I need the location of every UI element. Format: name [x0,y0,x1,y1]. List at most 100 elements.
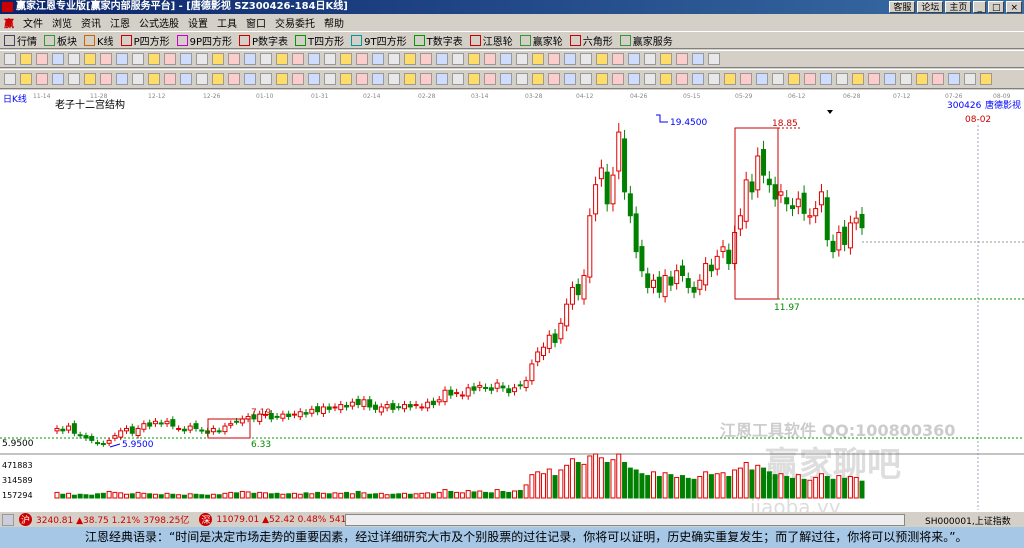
tool-button-icon[interactable] [340,53,352,65]
tool-button-icon[interactable] [948,73,960,85]
tool-button-icon[interactable] [516,73,528,85]
tool-button-icon[interactable] [404,73,416,85]
tool-button-icon[interactable] [20,53,32,65]
tool-button-icon[interactable] [52,53,64,65]
toolbar-10[interactable]: 赢家轮 [519,33,563,48]
tool-button-icon[interactable] [228,53,240,65]
toolbar-7[interactable]: 9T四方形 [351,33,407,48]
tool-button-icon[interactable] [36,73,48,85]
menu-gann[interactable]: 江恩 [110,15,130,30]
toolbar-5[interactable]: P数字表 [239,33,288,48]
tool-button-icon[interactable] [52,73,64,85]
tool-button-icon[interactable] [612,73,624,85]
tool-button-icon[interactable] [196,53,208,65]
tool-button-icon[interactable] [564,73,576,85]
tool-button-icon[interactable] [740,73,752,85]
calculator-icon[interactable] [2,513,14,526]
toolbar-1[interactable]: 板块 [44,33,77,48]
toolbar-4[interactable]: 9P四方形 [176,33,232,48]
tool-button-icon[interactable] [420,73,432,85]
tool-button-icon[interactable] [884,73,896,85]
tool-button-icon[interactable] [468,53,480,65]
tool-button-icon[interactable] [372,53,384,65]
menu-window[interactable]: 窗口 [246,15,266,30]
tool-button-icon[interactable] [388,73,400,85]
tool-button-icon[interactable] [580,73,592,85]
index-selector[interactable]: SH000001,上证指数 [925,514,1011,527]
tool-button-icon[interactable] [900,73,912,85]
tool-button-icon[interactable] [452,53,464,65]
tool-button-icon[interactable] [244,53,256,65]
tool-button-icon[interactable] [180,73,192,85]
tool-button-icon[interactable] [596,53,608,65]
tool-button-icon[interactable] [196,73,208,85]
tool-button-icon[interactable] [500,53,512,65]
tool-button-icon[interactable] [340,73,352,85]
tool-button-icon[interactable] [852,73,864,85]
tool-button-icon[interactable] [980,73,992,85]
tool-button-icon[interactable] [820,73,832,85]
menu-browse[interactable]: 浏览 [52,15,72,30]
tool-button-icon[interactable] [484,73,496,85]
tool-button-icon[interactable] [132,73,144,85]
tool-button-icon[interactable] [212,53,224,65]
tool-button-icon[interactable] [324,53,336,65]
tool-button-icon[interactable] [756,73,768,85]
close-button[interactable]: × [1006,1,1022,13]
tool-button-icon[interactable] [660,53,672,65]
tool-button-icon[interactable] [148,53,160,65]
toolbar-2[interactable]: K线 [84,33,114,48]
tool-button-icon[interactable] [308,53,320,65]
tool-button-icon[interactable] [244,73,256,85]
toolbar-11[interactable]: 六角形 [569,33,613,48]
kline-chart[interactable]: 11-14 11-28 12-12 12-26 01-10 01-31 02-14 02-28… [0,90,1024,519]
tool-button-icon[interactable] [180,53,192,65]
tool-button-icon[interactable] [324,73,336,85]
menu-help[interactable]: 帮助 [324,15,344,30]
tool-button-icon[interactable] [116,73,128,85]
tool-button-icon[interactable] [548,53,560,65]
toolbar-3[interactable]: P四方形 [120,33,170,48]
tool-button-icon[interactable] [484,53,496,65]
menu-file[interactable]: 文件 [23,15,43,30]
tool-button-icon[interactable] [964,73,976,85]
tool-button-icon[interactable] [148,73,160,85]
tool-button-icon[interactable] [308,73,320,85]
tool-button-icon[interactable] [404,53,416,65]
tool-button-icon[interactable] [84,73,96,85]
tool-button-icon[interactable] [596,73,608,85]
support-button[interactable]: 客服 [889,1,916,13]
tool-button-icon[interactable] [836,73,848,85]
tool-button-icon[interactable] [292,53,304,65]
tool-button-icon[interactable] [660,73,672,85]
tool-button-icon[interactable] [548,73,560,85]
tool-button-icon[interactable] [100,73,112,85]
horizontal-scrollbar[interactable] [345,514,905,526]
tool-button-icon[interactable] [580,53,592,65]
tool-button-icon[interactable] [628,73,640,85]
tool-button-icon[interactable] [532,73,544,85]
tool-button-icon[interactable] [724,73,736,85]
tool-button-icon[interactable] [388,53,400,65]
tool-button-icon[interactable] [4,73,16,85]
toolbar-0[interactable]: 行情 [4,33,37,48]
forum-button[interactable]: 论坛 [917,1,944,13]
tool-button-icon[interactable] [20,73,32,85]
tool-button-icon[interactable] [372,73,384,85]
tool-button-icon[interactable] [132,53,144,65]
toolbar-12[interactable]: 赢家服务 [619,33,673,48]
tool-button-icon[interactable] [500,73,512,85]
tool-button-icon[interactable] [692,73,704,85]
menu-trade[interactable]: 交易委托 [275,15,315,30]
tool-button-icon[interactable] [276,73,288,85]
tool-button-icon[interactable] [868,73,880,85]
tool-button-icon[interactable] [644,53,656,65]
tool-button-icon[interactable] [436,53,448,65]
toolbar-9[interactable]: 江恩轮 [469,33,513,48]
toolbar-8[interactable]: T数字表 [413,33,463,48]
menu-formula[interactable]: 公式选股 [139,15,179,30]
tool-button-icon[interactable] [4,53,16,65]
tool-button-icon[interactable] [100,53,112,65]
toolbar-6[interactable]: T四方形 [295,33,344,48]
tool-button-icon[interactable] [676,73,688,85]
